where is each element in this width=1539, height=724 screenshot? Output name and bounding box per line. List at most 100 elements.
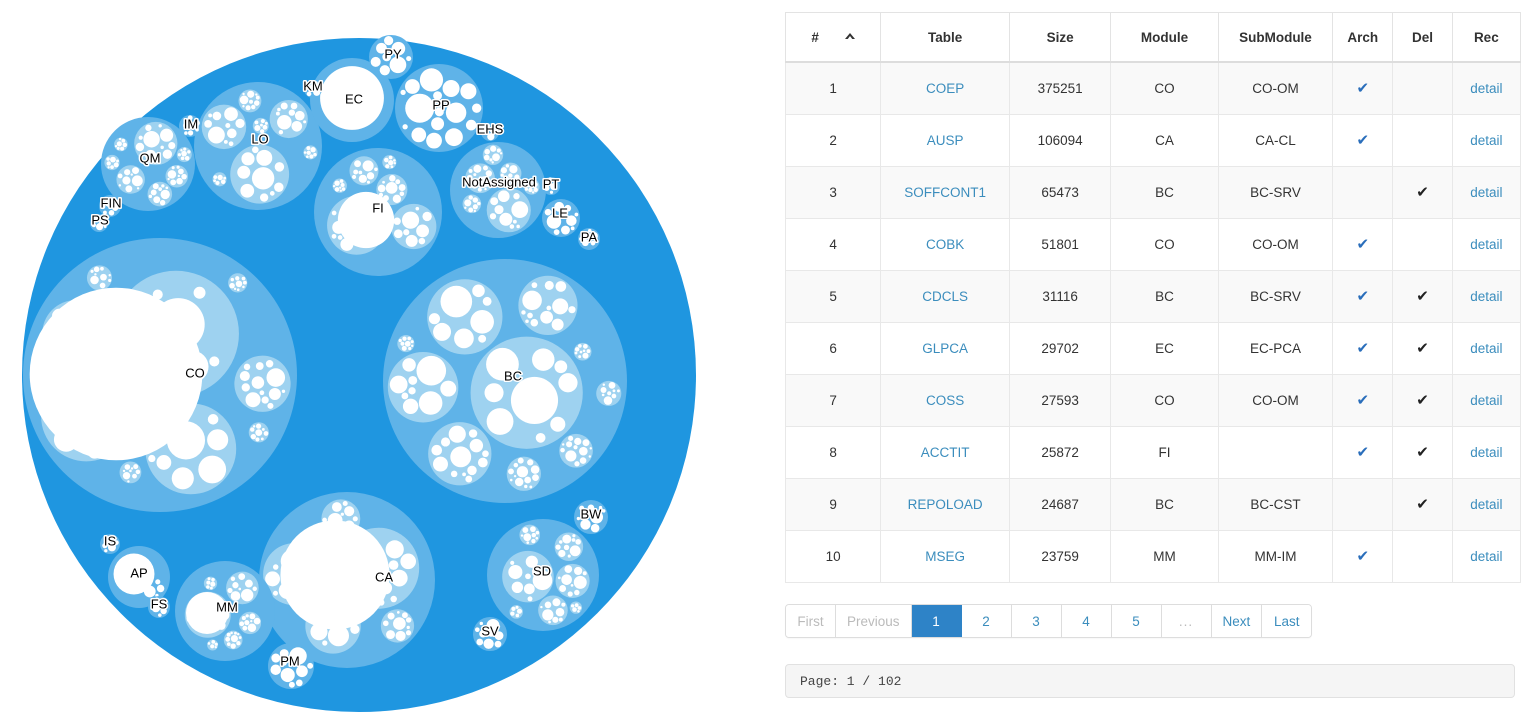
pagination-item-4[interactable]: 4 [1061, 605, 1112, 637]
pack-leaf-leaf[interactable] [102, 543, 108, 549]
pack-leaf-leaf[interactable] [354, 160, 361, 168]
pack-leaf-leaf[interactable] [582, 439, 590, 447]
pack-leaf-leaf[interactable] [495, 131, 499, 135]
pack-leaf-leaf[interactable] [104, 536, 112, 543]
pack-leaf-leaf[interactable] [288, 109, 296, 116]
pack-leaf-leaf[interactable] [344, 506, 355, 517]
pack-leaf-leaf[interactable] [306, 150, 311, 155]
pack-leaf-leaf[interactable] [255, 437, 260, 442]
pack-leaf-leaf[interactable] [434, 107, 444, 117]
pack-leaf-leaf[interactable] [101, 218, 106, 223]
pack-leaf-leaf[interactable] [242, 105, 245, 108]
pack-leaf-leaf[interactable] [393, 217, 401, 225]
pagination[interactable]: First Previous 1 2 3 4 5... Next Last [785, 604, 1313, 638]
pack-leaf-leaf[interactable] [393, 229, 403, 239]
pack-leaf-leaf[interactable] [265, 360, 274, 368]
pack-leaf-leaf[interactable] [422, 211, 432, 222]
pack-leaf-leaf[interactable] [490, 197, 499, 206]
pack-leaf-leaf[interactable] [193, 119, 200, 127]
pack-leaf-leaf[interactable] [509, 224, 515, 229]
pack-leaf-leaf[interactable] [223, 139, 228, 144]
pack-leaf-leaf[interactable] [392, 194, 402, 204]
pack-leaf-leaf[interactable] [561, 602, 566, 607]
pack-leaf-leaf[interactable] [578, 344, 582, 348]
pack-leaf-leaf[interactable] [589, 231, 598, 241]
pack-leaf-leaf[interactable] [358, 170, 363, 175]
pack-leaf-leaf[interactable] [252, 146, 259, 154]
pack-leaf-leaf[interactable] [250, 619, 253, 623]
pack-leaf-leaf[interactable] [266, 368, 286, 387]
pack-leaf-leaf[interactable] [540, 605, 543, 609]
pack-leaf-leaf[interactable] [433, 322, 452, 341]
pack-leaf-leaf[interactable] [579, 505, 585, 511]
pack-leaf-leaf[interactable] [132, 473, 137, 479]
pack-leaf-leaf[interactable] [489, 158, 493, 162]
pack-leaf-leaf[interactable] [151, 603, 161, 613]
pack-leaf-leaf[interactable] [513, 474, 517, 478]
pack-leaf-leaf[interactable] [561, 574, 572, 585]
pack-leaf-leaf[interactable] [249, 99, 254, 104]
pack-leaf-leaf[interactable] [448, 425, 466, 443]
pack-leaf-leaf[interactable] [581, 510, 590, 519]
pack-leaf-leaf[interactable] [122, 142, 128, 148]
pack-leaf-leaf[interactable] [490, 145, 497, 152]
pack-leaf-leaf[interactable] [226, 642, 231, 646]
pack-leaf-leaf[interactable] [511, 201, 529, 219]
pack-leaf-leaf[interactable] [272, 564, 279, 570]
pack-leaf-leaf[interactable] [403, 229, 410, 236]
pack-leaf-leaf[interactable] [590, 510, 604, 524]
pack-leaf-leaf[interactable] [322, 640, 328, 646]
pack-leaf-leaf[interactable] [162, 149, 173, 159]
pack-leaf-leaf[interactable] [171, 467, 194, 490]
pack-leaf-leaf[interactable] [555, 607, 565, 617]
pack-leaf-leaf[interactable] [482, 296, 492, 306]
pack-leaf-leaf[interactable] [306, 146, 311, 151]
pack-leaf-leaf[interactable] [579, 446, 588, 456]
pack-leaf-leaf[interactable] [510, 560, 515, 565]
pack-leaf-leaf[interactable] [529, 485, 533, 489]
pack-leaf-leaf[interactable] [513, 193, 520, 200]
pack-leaf-leaf[interactable] [124, 169, 131, 176]
pack-leaf-leaf[interactable] [603, 396, 613, 405]
pack-leaf-leaf[interactable] [124, 464, 131, 470]
pack-leaf-major[interactable] [186, 592, 228, 634]
detail-link[interactable]: detail [1470, 81, 1502, 96]
pack-leaf-leaf[interactable] [398, 184, 406, 192]
pack-leaf-leaf[interactable] [486, 124, 491, 128]
detail-link[interactable]: detail [1470, 289, 1502, 304]
pack-leaf-leaf[interactable] [379, 65, 390, 76]
pack-leaf-leaf[interactable] [242, 92, 245, 96]
pack-leaf-leaf[interactable] [251, 104, 256, 110]
pack-leaf-leaf[interactable] [250, 427, 255, 432]
pack-leaf-leaf[interactable] [574, 566, 583, 576]
pack-leaf-leaf[interactable] [374, 167, 378, 172]
pack-leaf-leaf[interactable] [524, 484, 528, 489]
pack-leaf-leaf[interactable] [290, 102, 298, 110]
pack-leaf-leaf[interactable] [555, 281, 567, 292]
pack-leaf-leaf[interactable] [546, 214, 562, 229]
pack-leaf-leaf[interactable] [530, 465, 540, 474]
pack-leaf-leaf[interactable] [568, 435, 574, 442]
pack-leaf-leaf[interactable] [557, 576, 561, 580]
pack-leaf-leaf[interactable] [255, 362, 264, 370]
pagination-item-next[interactable]: Next [1211, 605, 1263, 637]
circle-pack-svg[interactable]: PYKMEC PPIM EHSLOQMNotAssigned PTFIFINLEPSP… [0, 0, 780, 724]
pack-leaf-leaf[interactable] [402, 398, 419, 414]
pack-leaf-leaf[interactable] [525, 319, 529, 324]
pack-leaf-leaf[interactable] [587, 228, 592, 233]
pack-leaf-leaf[interactable] [445, 128, 463, 147]
pack-leaf-leaf[interactable] [353, 169, 359, 175]
pack-leaf-leaf[interactable] [225, 122, 231, 129]
pack-leaf-leaf[interactable] [230, 635, 238, 643]
pack-leaf-leaf[interactable] [280, 102, 288, 110]
pack-leaf-leaf[interactable] [600, 387, 607, 394]
pack-leaf-leaf[interactable] [187, 130, 194, 136]
pack-leaf-leaf[interactable] [472, 284, 485, 298]
pack-leaf-leaf[interactable] [207, 577, 211, 581]
pack-leaf-leaf[interactable] [547, 177, 553, 183]
pack-leaf-leaf[interactable] [295, 679, 303, 687]
pack-leaf-leaf[interactable] [226, 128, 237, 139]
column-header-del[interactable]: Del [1392, 12, 1453, 63]
pack-leaf-leaf[interactable] [260, 437, 264, 441]
pack-leaf-leaf[interactable] [523, 583, 535, 595]
